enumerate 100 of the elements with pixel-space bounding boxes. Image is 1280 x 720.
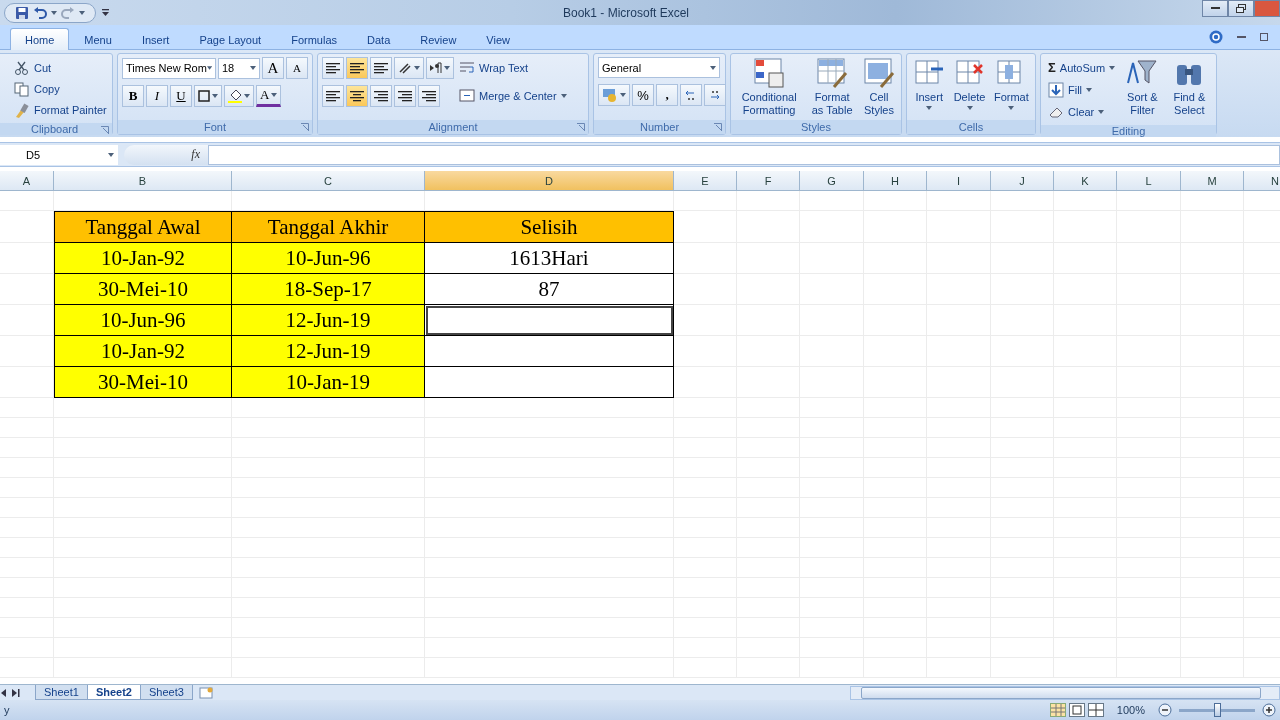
autosum-button[interactable]: Σ AutoSum: [1045, 57, 1119, 78]
grid-cell[interactable]: [1181, 191, 1244, 211]
restore-icon[interactable]: [1260, 33, 1268, 41]
align-bottom-button[interactable]: [370, 57, 392, 79]
grid-cell[interactable]: [674, 211, 737, 243]
decrease-decimal-button[interactable]: [704, 84, 726, 106]
column-header[interactable]: J: [991, 171, 1054, 191]
horizontal-scrollbar[interactable]: [850, 685, 1280, 700]
font-size-field[interactable]: 18: [218, 57, 260, 79]
zoom-out-icon[interactable]: [1158, 703, 1172, 717]
zoom-in-icon[interactable]: [1262, 703, 1276, 717]
clipboard-button[interactable]: Format Painter: [11, 99, 110, 120]
cells-button[interactable]: Delete: [951, 57, 988, 117]
grid-cell[interactable]: [737, 191, 800, 211]
grid-cell[interactable]: [1117, 191, 1181, 211]
decrease-indent-button[interactable]: [394, 85, 416, 107]
clipboard-button[interactable]: Copy: [11, 78, 110, 99]
ribbon-tab[interactable]: Review: [405, 28, 472, 50]
ribbon-tab[interactable]: Menu: [69, 28, 127, 50]
editing-button[interactable]: Sort & Filter: [1122, 57, 1163, 122]
bold-button[interactable]: B: [122, 85, 144, 107]
fill-color-button[interactable]: [224, 85, 254, 107]
grid-cell[interactable]: [864, 191, 927, 211]
increase-indent-button[interactable]: [418, 85, 440, 107]
column-header[interactable]: G: [800, 171, 864, 191]
grid-cell[interactable]: [927, 191, 991, 211]
italic-button[interactable]: I: [146, 85, 168, 107]
number-format-field[interactable]: General: [598, 57, 720, 78]
grid-cell[interactable]: [425, 398, 674, 418]
align-left-button[interactable]: [322, 85, 344, 107]
percent-button[interactable]: %: [632, 84, 654, 106]
dialog-launcher-icon[interactable]: [301, 123, 309, 131]
grid-cell[interactable]: [0, 398, 54, 418]
ribbon-tab[interactable]: Page Layout: [184, 28, 277, 50]
styles-button[interactable]: Conditional Formatting: [735, 57, 804, 117]
zoom-thumb[interactable]: [1213, 703, 1221, 717]
column-header[interactable]: M: [1181, 171, 1244, 191]
grid-cell[interactable]: [54, 398, 232, 418]
ribbon-tab[interactable]: Data: [352, 28, 406, 50]
font-name-field[interactable]: Times New Rom: [122, 57, 216, 79]
align-middle-button[interactable]: [346, 57, 368, 79]
page-break-view-icon[interactable]: [1087, 703, 1104, 717]
minimize-icon[interactable]: [1237, 35, 1246, 39]
page-layout-view-icon[interactable]: [1068, 703, 1085, 717]
restore-button[interactable]: [1228, 0, 1254, 17]
sheet-tab[interactable]: Sheet3: [139, 685, 193, 700]
styles-button[interactable]: Cell Styles: [861, 57, 897, 117]
grid-cell[interactable]: [674, 398, 737, 418]
help-icon[interactable]: [1209, 30, 1223, 44]
dialog-launcher-icon[interactable]: [101, 126, 109, 134]
underline-button[interactable]: U: [170, 85, 192, 107]
grid-cell[interactable]: [674, 191, 737, 211]
clear-button[interactable]: Clear: [1045, 101, 1119, 122]
insert-function-button[interactable]: fx: [124, 144, 208, 165]
currency-button[interactable]: [598, 84, 630, 106]
cells-button[interactable]: Insert: [911, 57, 948, 117]
column-header[interactable]: I: [927, 171, 991, 191]
orientation-button[interactable]: [394, 57, 424, 79]
ribbon-tab[interactable]: Home: [10, 28, 70, 50]
column-header[interactable]: N: [1244, 171, 1280, 191]
cells-button[interactable]: Format: [991, 57, 1031, 117]
grid-cell[interactable]: [1054, 191, 1117, 211]
column-header[interactable]: F: [737, 171, 800, 191]
align-top-button[interactable]: [322, 57, 344, 79]
ribbon-tab[interactable]: Insert: [126, 28, 185, 50]
border-button[interactable]: [194, 85, 222, 107]
sheet-tab[interactable]: Sheet2: [86, 685, 141, 700]
font-color-button[interactable]: A: [256, 85, 282, 107]
ribbon-tab[interactable]: Formulas: [276, 28, 352, 50]
column-header[interactable]: D: [425, 171, 674, 191]
grid-cell[interactable]: [800, 191, 864, 211]
grid-cell[interactable]: [991, 191, 1054, 211]
normal-view-icon[interactable]: [1049, 703, 1066, 717]
dialog-launcher-icon[interactable]: [577, 123, 585, 131]
grid-cell[interactable]: [674, 336, 737, 367]
grid-cell[interactable]: [0, 191, 54, 211]
align-right-button[interactable]: [370, 85, 392, 107]
shrink-font-button[interactable]: A: [286, 57, 308, 79]
minimize-button[interactable]: [1202, 0, 1228, 17]
column-header[interactable]: B: [54, 171, 232, 191]
dialog-launcher-icon[interactable]: [714, 123, 722, 131]
formula-field[interactable]: [208, 144, 1280, 165]
redo-icon[interactable]: [61, 5, 75, 20]
column-header[interactable]: L: [1117, 171, 1181, 191]
sheet-tab[interactable]: Sheet1: [35, 685, 88, 700]
grid-cell[interactable]: [674, 305, 737, 336]
column-header[interactable]: E: [674, 171, 737, 191]
column-header[interactable]: H: [864, 171, 927, 191]
fill-button[interactable]: Fill: [1045, 79, 1119, 100]
grid-cell[interactable]: [674, 243, 737, 274]
styles-button[interactable]: Format as Table: [807, 57, 857, 117]
name-box[interactable]: D5: [0, 144, 118, 165]
editing-button[interactable]: Find & Select: [1166, 57, 1212, 122]
grid-cell[interactable]: [232, 398, 425, 418]
text-direction-button[interactable]: [426, 57, 454, 79]
grow-font-button[interactable]: A: [262, 57, 284, 79]
increase-decimal-button[interactable]: [680, 84, 702, 106]
merge-center-button[interactable]: Merge & Center: [456, 85, 570, 107]
ribbon-tab[interactable]: View: [471, 28, 525, 50]
wrap-text-button[interactable]: Wrap Text: [456, 57, 532, 79]
